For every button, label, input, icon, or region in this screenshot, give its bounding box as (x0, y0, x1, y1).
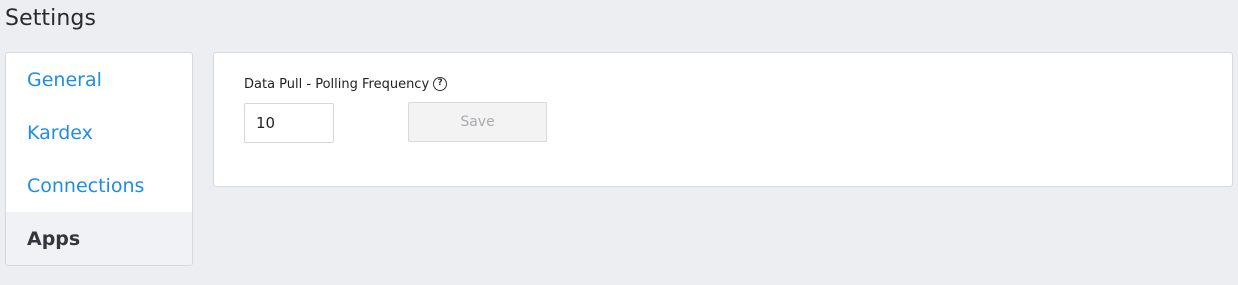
polling-frequency-field-label: Data Pull - Polling Frequency ? (244, 76, 448, 92)
page-title: Settings (5, 6, 97, 31)
polling-frequency-input[interactable] (244, 103, 334, 143)
sidebar-item-connections[interactable]: Connections (6, 159, 192, 212)
sidebar-item-apps[interactable]: Apps (6, 212, 192, 265)
settings-sidebar: General Kardex Connections Apps (5, 52, 193, 266)
apps-settings-panel: Data Pull - Polling Frequency ? Save (213, 52, 1233, 187)
save-button[interactable]: Save (408, 102, 547, 142)
question-circle-icon[interactable]: ? (433, 76, 448, 91)
polling-frequency-label: Data Pull - Polling Frequency (244, 77, 430, 92)
sidebar-item-general[interactable]: General (6, 53, 192, 106)
sidebar-item-kardex[interactable]: Kardex (6, 106, 192, 159)
